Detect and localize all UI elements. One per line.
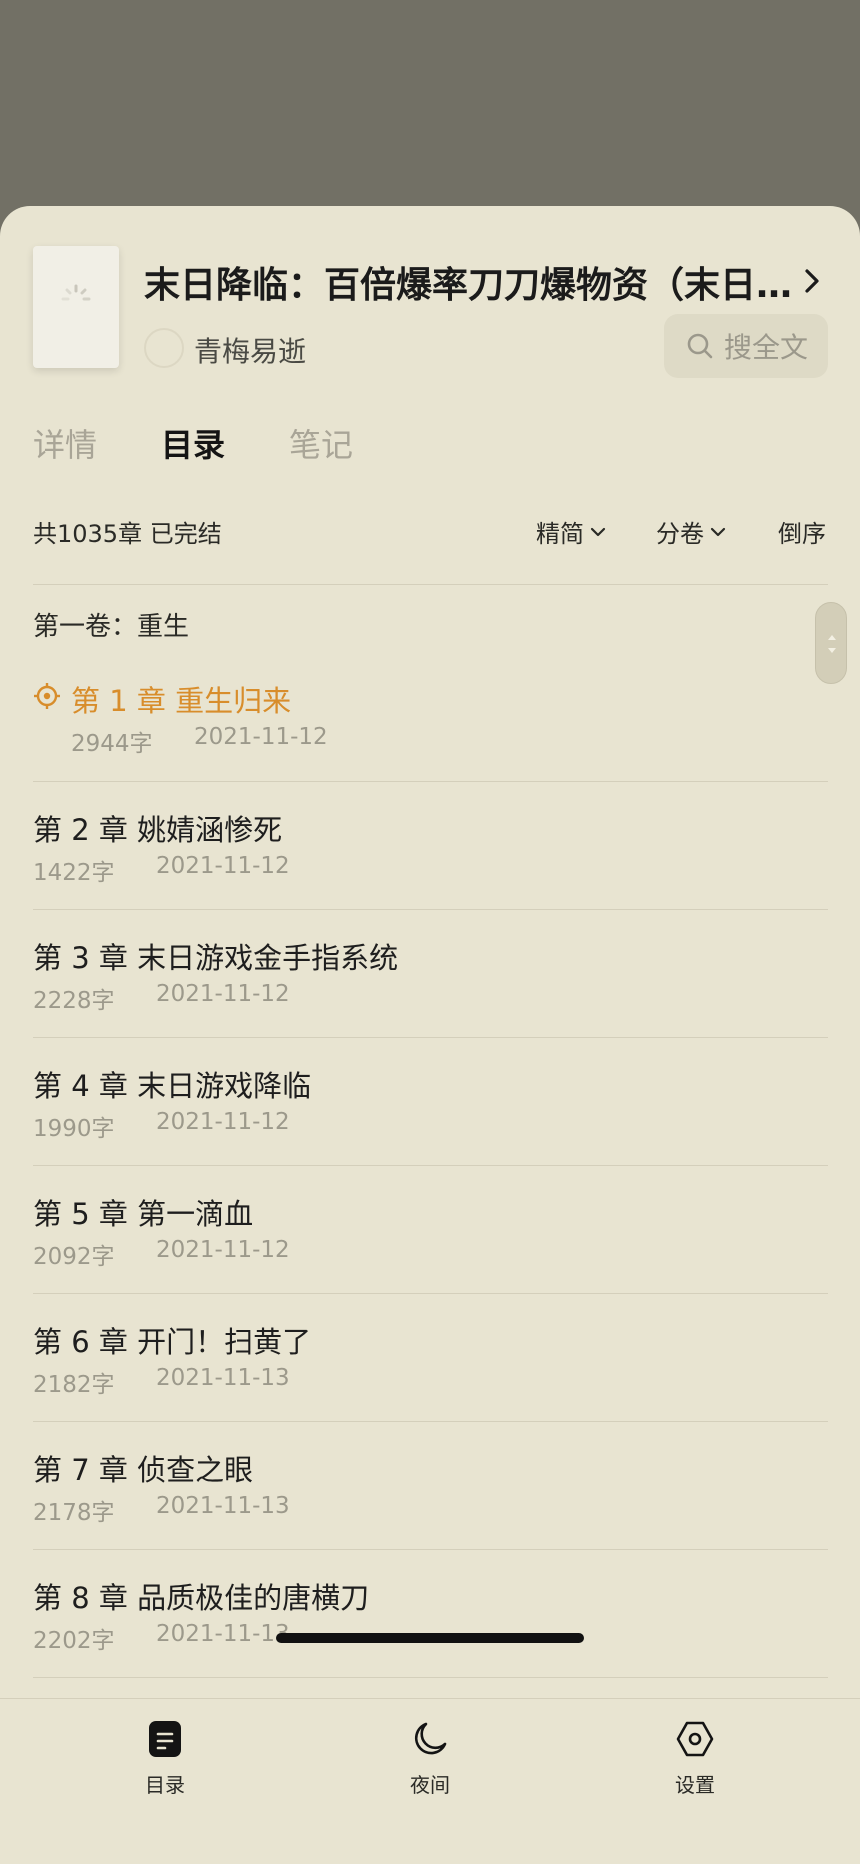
- chapter-date: 2021-11-12: [156, 853, 290, 879]
- divider: [33, 1549, 828, 1550]
- volumes-filter-label: 分卷: [656, 520, 704, 548]
- tab-notes[interactable]: 笔记: [289, 420, 353, 466]
- chapter-item[interactable]: 第 1 章 重生归来 2944字 2021-11-12: [0, 678, 860, 806]
- catalog-sheet: 末日降临：百倍爆率刀刀爆物资（末日… 青梅易逝 搜全文 详情 目录 笔记 共10…: [0, 206, 860, 1864]
- book-cover[interactable]: [33, 246, 119, 368]
- chapter-title: 第 3 章 末日游戏金手指系统: [33, 941, 399, 975]
- fast-scroll-handle[interactable]: [815, 602, 847, 684]
- reverse-order-label: 倒序: [778, 520, 826, 548]
- divider: [33, 909, 828, 910]
- chevron-down-icon: [590, 527, 606, 536]
- chapter-word-count: 2182字: [33, 1372, 115, 1398]
- volumes-filter-dropdown[interactable]: 分卷: [656, 514, 726, 549]
- tab-catalog[interactable]: 目录: [161, 420, 225, 466]
- volume-title: 第一卷：重生: [33, 612, 190, 642]
- author-avatar[interactable]: [144, 328, 184, 368]
- chapter-date: 2021-11-12: [156, 1109, 290, 1135]
- chapter-date: 2021-11-13: [156, 1493, 290, 1519]
- tab-details[interactable]: 详情: [33, 420, 97, 466]
- simplified-filter-dropdown[interactable]: 精简: [536, 514, 606, 549]
- nav-night-mode-label: 夜间: [410, 1773, 450, 1797]
- moon-icon: [414, 1722, 447, 1755]
- divider: [33, 1293, 828, 1294]
- divider: [33, 1165, 828, 1166]
- divider: [33, 781, 828, 782]
- chapter-title: 第 2 章 姚婧涵惨死: [33, 813, 283, 847]
- chapter-title: 第 1 章 重生归来: [71, 684, 292, 718]
- chapter-date: 2021-11-12: [194, 724, 328, 750]
- chapter-count-status: 共1035章 已完结: [33, 520, 222, 548]
- nav-settings-label: 设置: [675, 1773, 715, 1797]
- loading-spinner-icon: [61, 284, 91, 301]
- search-label: 搜全文: [724, 331, 809, 364]
- nav-night-mode-button[interactable]: 夜间: [370, 1719, 490, 1798]
- chevron-down-icon: [710, 527, 726, 536]
- simplified-filter-label: 精简: [536, 520, 584, 548]
- dimmed-backdrop[interactable]: [0, 0, 860, 206]
- chapter-item[interactable]: 第 5 章 第一滴血 2092字 2021-11-12: [0, 1191, 860, 1319]
- chapter-word-count: 2228字: [33, 988, 115, 1014]
- bottom-toolbar: 目录 夜间 设置: [0, 1698, 860, 1864]
- chapter-item[interactable]: 第 3 章 末日游戏金手指系统 2228字 2021-11-12: [0, 935, 860, 1063]
- scroll-arrows-icon: [828, 635, 836, 653]
- chapter-date: 2021-11-13: [156, 1365, 290, 1391]
- chapter-title: 第 7 章 侦查之眼: [33, 1453, 254, 1487]
- divider: [33, 584, 828, 585]
- nav-settings-button[interactable]: 设置: [635, 1719, 755, 1798]
- book-title[interactable]: 末日降临：百倍爆率刀刀爆物资（末日…: [144, 256, 794, 306]
- chapter-word-count: 2178字: [33, 1500, 115, 1526]
- search-icon: [687, 333, 713, 359]
- chapter-word-count: 2944字: [71, 731, 153, 757]
- chapter-title: 第 8 章 品质极佳的唐横刀: [33, 1581, 370, 1615]
- settings-icon: [676, 1721, 714, 1757]
- chapter-item[interactable]: 第 7 章 侦查之眼 2178字 2021-11-13: [0, 1447, 860, 1575]
- chapter-date: 2021-11-13: [156, 1621, 290, 1647]
- chapter-title: 第 4 章 末日游戏降临: [33, 1069, 312, 1103]
- chapter-word-count: 1990字: [33, 1116, 115, 1142]
- chapter-date: 2021-11-12: [156, 981, 290, 1007]
- chapter-title: 第 5 章 第一滴血: [33, 1197, 254, 1231]
- divider: [33, 1677, 828, 1678]
- divider: [33, 1037, 828, 1038]
- chapter-item[interactable]: 第 6 章 开门！扫黄了 2182字 2021-11-13: [0, 1319, 860, 1447]
- current-location-icon: [34, 683, 60, 709]
- nav-catalog-button[interactable]: 目录: [105, 1719, 225, 1798]
- chevron-right-icon[interactable]: [800, 264, 824, 298]
- nav-catalog-label: 目录: [145, 1773, 185, 1797]
- chapter-item[interactable]: 第 4 章 末日游戏降临 1990字 2021-11-12: [0, 1063, 860, 1191]
- author-name[interactable]: 青梅易逝: [194, 330, 306, 370]
- chapter-word-count: 2202字: [33, 1628, 115, 1654]
- reverse-order-button[interactable]: 倒序: [778, 514, 826, 549]
- home-indicator[interactable]: [276, 1633, 584, 1643]
- search-full-text-button[interactable]: 搜全文: [664, 314, 828, 378]
- chapter-item[interactable]: 第 2 章 姚婧涵惨死 1422字 2021-11-12: [0, 807, 860, 935]
- chapter-word-count: 2092字: [33, 1244, 115, 1270]
- divider: [33, 1421, 828, 1422]
- chapter-title: 第 6 章 开门！扫黄了: [33, 1325, 312, 1359]
- chapter-word-count: 1422字: [33, 860, 115, 886]
- chapter-date: 2021-11-12: [156, 1237, 290, 1263]
- toc-icon: [149, 1721, 181, 1757]
